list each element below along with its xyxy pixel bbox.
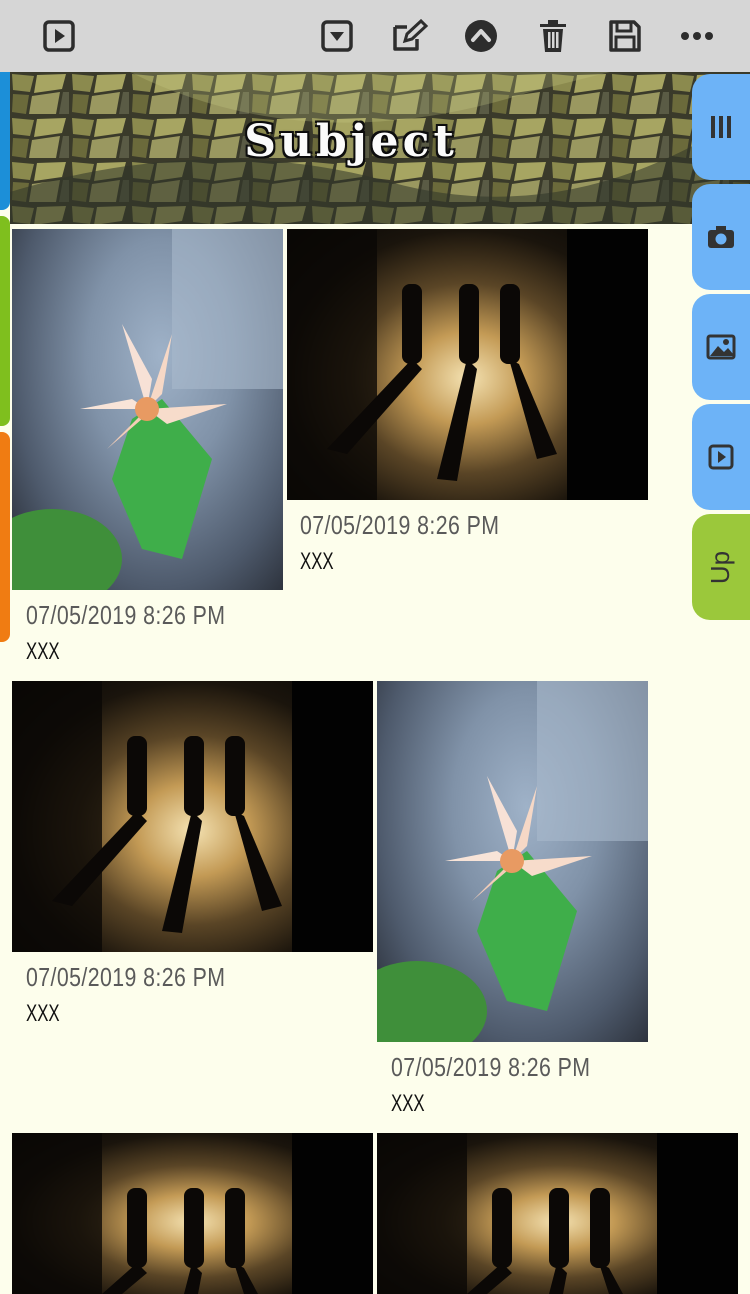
save-icon — [609, 20, 641, 52]
item-date: 07/05/2019 8:26 PM — [391, 1052, 591, 1082]
chevron-up-circle-icon — [465, 20, 497, 52]
collapse-up-button[interactable] — [459, 14, 503, 58]
page-title: Subject — [244, 116, 458, 167]
flower-image — [12, 229, 283, 590]
trash-icon — [540, 20, 566, 52]
edit-button[interactable] — [388, 14, 432, 58]
edit-icon — [393, 19, 429, 51]
dropdown-button[interactable] — [315, 14, 359, 58]
more-button[interactable] — [675, 14, 719, 58]
left-strip-green — [0, 216, 10, 426]
more-icon — [681, 32, 713, 40]
up-label: Up — [705, 550, 736, 584]
left-strip-orange — [0, 432, 10, 642]
walking-people-image — [12, 681, 373, 952]
play-box-icon — [708, 444, 734, 470]
top-toolbar — [0, 0, 750, 72]
side-tab-camera[interactable] — [692, 184, 750, 290]
photo-thumbnail[interactable] — [12, 229, 283, 590]
item-caption: XXX — [391, 1090, 425, 1117]
item-date: 07/05/2019 8:26 PM — [26, 600, 226, 630]
side-tab-up[interactable]: Up — [692, 514, 750, 620]
walking-people-image — [12, 1133, 373, 1294]
photo-thumbnail[interactable] — [377, 681, 648, 1042]
walking-people-image — [377, 1133, 738, 1294]
item-caption: XXX — [26, 1000, 60, 1027]
save-button[interactable] — [603, 14, 647, 58]
item-date: 07/05/2019 8:26 PM — [26, 962, 226, 992]
subject-banner: Subject — [10, 72, 750, 224]
item-caption: XXX — [300, 548, 334, 575]
flower-image — [377, 681, 648, 1042]
side-tab-columns[interactable] — [692, 74, 750, 180]
columns-icon — [711, 116, 731, 138]
play-box-icon — [43, 20, 75, 52]
dropdown-box-icon — [321, 20, 353, 52]
photo-thumbnail[interactable] — [287, 229, 648, 500]
photo-thumbnail[interactable] — [12, 681, 373, 952]
play-button[interactable] — [37, 14, 81, 58]
item-date: 07/05/2019 8:26 PM — [300, 510, 500, 540]
camera-icon — [708, 226, 734, 248]
gallery-icon — [706, 334, 736, 360]
walking-people-image — [287, 229, 648, 500]
photo-thumbnail[interactable] — [377, 1133, 738, 1294]
side-tab-gallery[interactable] — [692, 294, 750, 400]
side-tab-slideshow[interactable] — [692, 404, 750, 510]
delete-button[interactable] — [531, 14, 575, 58]
item-caption: XXX — [26, 638, 60, 665]
photo-thumbnail[interactable] — [12, 1133, 373, 1294]
